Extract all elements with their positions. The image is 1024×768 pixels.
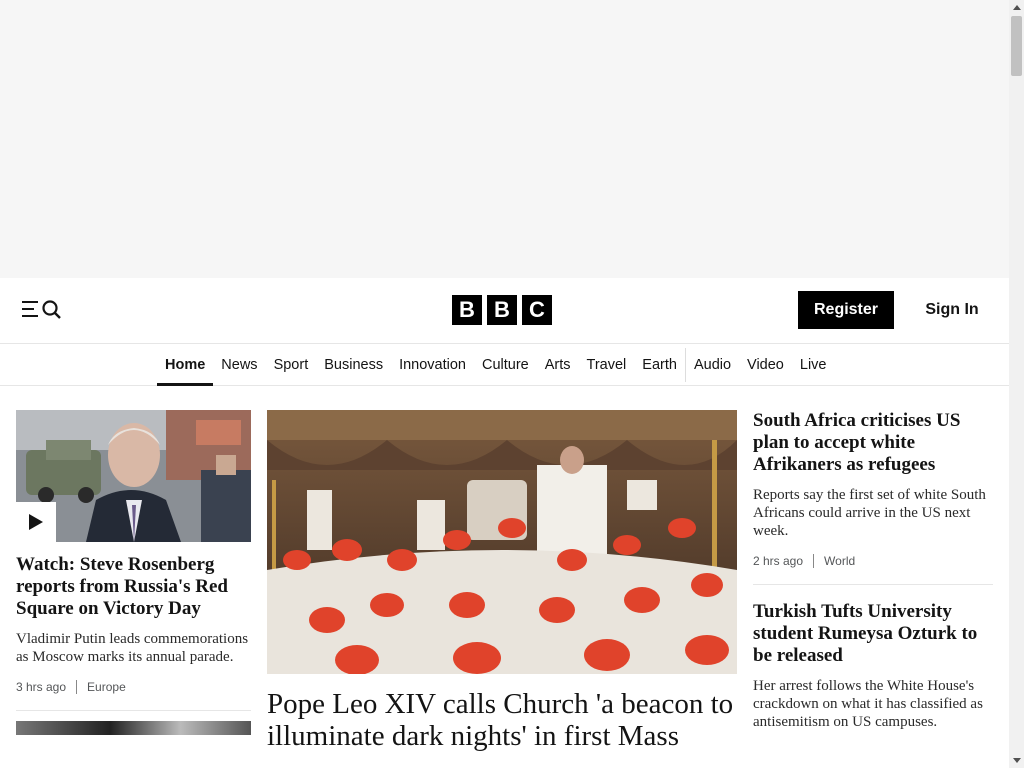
story-thumbnail[interactable] (16, 721, 251, 735)
signin-button[interactable]: Sign In (912, 291, 992, 329)
nav-item-news[interactable]: News (213, 344, 265, 386)
play-button[interactable] (16, 502, 56, 542)
story-time: 2 hrs ago (753, 554, 804, 568)
nav-item-video[interactable]: Video (739, 344, 792, 386)
story-section[interactable]: World (824, 554, 855, 568)
play-icon (29, 514, 43, 530)
left-story-column: Watch: Steve Rosenberg reports from Russ… (16, 410, 251, 735)
story-headline[interactable]: Watch: Steve Rosenberg reports from Russ… (16, 554, 251, 620)
story-card[interactable]: Turkish Tufts University student Rumeysa… (753, 601, 993, 731)
story-headline[interactable]: South Africa criticises US plan to accep… (753, 410, 993, 476)
scrollbar-thumb[interactable] (1011, 16, 1022, 76)
story-meta: 3 hrs ago Europe (16, 680, 251, 694)
advertisement-slot (0, 0, 1009, 278)
hero-image[interactable] (267, 410, 737, 674)
nav-item-arts[interactable]: Arts (537, 344, 579, 386)
story-time: 3 hrs ago (16, 680, 67, 694)
card-divider (16, 710, 251, 711)
nav-item-audio[interactable]: Audio (686, 344, 739, 386)
hero-story-column: Pope Leo XIV calls Church 'a beacon to i… (267, 410, 737, 752)
scroll-down-arrow-icon[interactable] (1009, 753, 1024, 768)
masthead: B B C Register Sign In (0, 278, 1009, 344)
right-story-column: South Africa criticises US plan to accep… (753, 410, 993, 731)
nav-item-culture[interactable]: Culture (474, 344, 537, 386)
nav-item-business[interactable]: Business (316, 344, 391, 386)
story-summary: Her arrest follows the White House's cra… (753, 678, 983, 730)
story-summary: Reports say the first set of white South… (753, 487, 986, 539)
story-headline[interactable]: Turkish Tufts University student Rumeysa… (753, 601, 993, 667)
story-card[interactable]: South Africa criticises US plan to accep… (753, 410, 993, 585)
menu-icon (22, 301, 38, 317)
menu-search-button[interactable] (22, 298, 62, 322)
nav-item-earth[interactable]: Earth (634, 344, 685, 386)
nav-item-travel[interactable]: Travel (579, 344, 635, 386)
register-button[interactable]: Register (798, 291, 894, 329)
story-card[interactable]: Watch: Steve Rosenberg reports from Russ… (16, 410, 251, 694)
page-scrollbar[interactable] (1009, 0, 1024, 768)
story-section[interactable]: Europe (87, 680, 126, 694)
logo-block: B (452, 295, 482, 325)
scroll-up-arrow-icon[interactable] (1009, 0, 1024, 15)
bbc-logo[interactable]: B B C (452, 295, 552, 325)
nav-item-sport[interactable]: Sport (266, 344, 317, 386)
search-icon (42, 300, 61, 319)
meta-divider (813, 554, 815, 568)
story-summary: Vladimir Putin leads commemorations as M… (16, 631, 249, 665)
nav-item-live[interactable]: Live (792, 344, 835, 386)
story-thumbnail[interactable] (16, 410, 251, 542)
card-divider (753, 584, 993, 585)
logo-block: C (522, 295, 552, 325)
story-meta: 2 hrs ago World (753, 554, 993, 568)
nav-item-home[interactable]: Home (157, 344, 214, 386)
nav-item-innovation[interactable]: Innovation (391, 344, 474, 386)
main-navigation: Home News Sport Business Innovation Cult… (0, 344, 1009, 386)
hero-headline[interactable]: Pope Leo XIV calls Church 'a beacon to i… (267, 688, 737, 752)
logo-block: B (487, 295, 517, 325)
meta-divider (76, 680, 78, 694)
